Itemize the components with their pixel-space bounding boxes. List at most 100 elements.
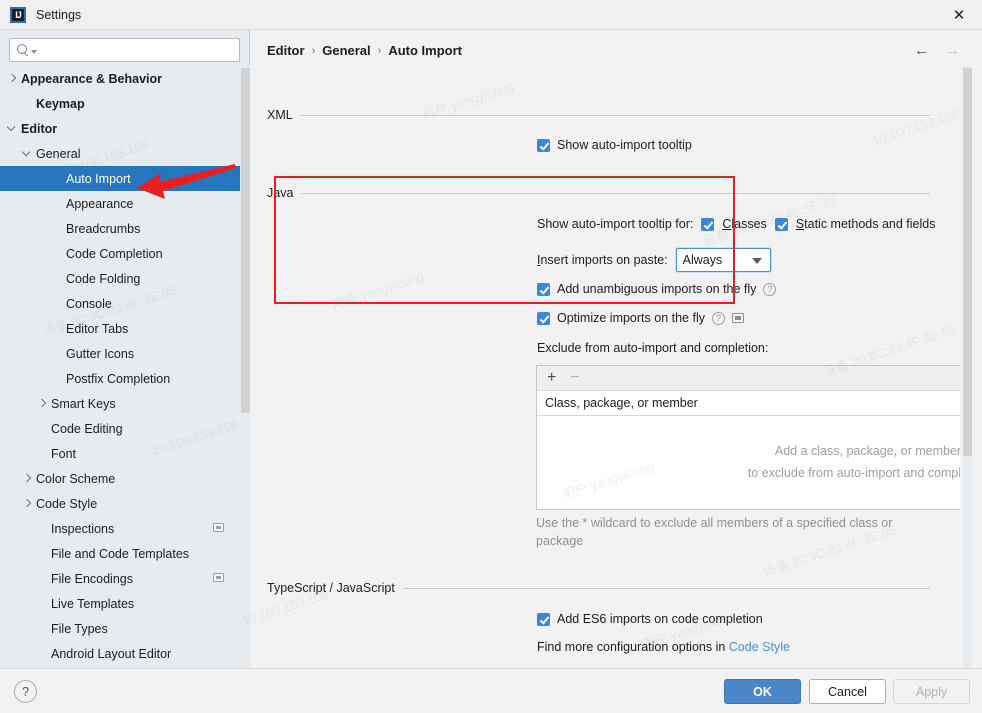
chevron-down-icon[interactable] [21,147,34,160]
help-icon[interactable]: ? [711,311,725,325]
sidebar-item-code-folding[interactable]: Code Folding [0,266,240,291]
sidebar-item-live-templates[interactable]: Live Templates [0,591,240,616]
project-scope-icon[interactable] [731,313,744,323]
sidebar-item-code-editing[interactable]: Code Editing [0,416,240,441]
sidebar-item-gutter-icons[interactable]: Gutter Icons [0,341,240,366]
label-add-unambiguous-imports: Add unambiguous imports on the fly [557,282,757,296]
search-container [0,30,249,62]
chevron-right-icon[interactable] [36,397,49,410]
row-insert-imports-on-paste: Insert imports on paste: Always [537,248,771,272]
arrow-left-icon[interactable]: ← [914,43,929,58]
add-button[interactable]: + [547,370,556,386]
sidebar-item-breadcrumbs[interactable]: Breadcrumbs [0,216,240,241]
sidebar-item-editor-tabs[interactable]: Editor Tabs [0,316,240,341]
sidebar-item-file-types[interactable]: File Types [0,616,240,641]
cancel-button[interactable]: Cancel [809,679,886,704]
checkbox-add-unambiguous-imports[interactable] [537,282,550,296]
checkbox-row-add-es6-imports[interactable]: Add ES6 imports on code completion [537,612,763,626]
label-exclude-from-auto-import: Exclude from auto-import and completion: [537,341,769,355]
sidebar-item-code-completion[interactable]: Code Completion [0,241,240,266]
settings-tree[interactable]: Appearance & Behavior Keymap Editor General… [0,66,240,668]
group-title-typescript: TypeScript / JavaScript [267,581,395,595]
checkbox-row-add-unambiguous-imports[interactable]: Add unambiguous imports on the fly ? [537,282,777,296]
annotation-arrow-icon [137,164,236,199]
checkbox-add-es6-imports[interactable] [537,612,550,626]
empty-state-line-2: to exclude from auto-import and completi… [747,465,960,480]
breadcrumb-item[interactable]: Editor [267,43,305,58]
search-box[interactable] [9,38,240,62]
sidebar-item-font[interactable]: Font [0,441,240,466]
exclude-table: + − Class, package, or member Scope Add … [536,365,960,510]
help-icon[interactable]: ? [763,282,777,296]
sidebar-scrollbar-track[interactable] [241,66,250,668]
breadcrumb: Editor › General › Auto Import [267,43,462,58]
chevron-down-icon[interactable] [751,258,762,264]
select-insert-imports-value: Always [682,253,723,267]
sidebar-item-file-encodings[interactable]: File Encodings [0,566,240,591]
label-static-methods-and-fields: Static methods and fields [795,217,936,231]
sidebar-item-editor[interactable]: Editor [0,116,240,141]
breadcrumb-item[interactable]: General [322,43,370,58]
project-scope-icon[interactable] [213,573,224,582]
navigation-arrows: ← → [914,43,960,58]
group-divider [300,114,930,116]
close-icon[interactable]: ✕ [936,0,982,30]
checkbox-row-show-auto-import-tooltip[interactable]: Show auto-import tooltip [537,138,692,152]
sidebar-item-color-scheme[interactable]: Color Scheme [0,466,240,491]
sidebar-item-label: Gutter Icons [66,346,135,361]
sidebar-item-keymap[interactable]: Keymap [0,91,240,116]
checkbox-show-auto-import-tooltip[interactable] [537,138,550,152]
sidebar-item-label: File and Code Templates [51,546,190,561]
group-header-java: Java [250,186,950,200]
select-insert-imports-on-paste[interactable]: Always [675,248,771,272]
arrow-right-icon[interactable]: → [945,43,960,58]
remove-button[interactable]: − [570,370,579,386]
main-scrollbar-track[interactable] [963,66,972,668]
apply-button[interactable]: Apply [893,679,970,704]
chevron-right-icon[interactable] [21,497,34,510]
breadcrumb-separator: › [377,44,382,57]
chevron-down-icon[interactable] [6,122,19,135]
ok-button[interactable]: OK [724,679,801,704]
sidebar-item-android-layout-editor[interactable]: Android Layout Editor [0,641,240,666]
checkbox-static-methods-and-fields[interactable] [774,217,788,231]
sidebar-item-inspections[interactable]: Inspections [0,516,240,541]
settings-main-panel: Editor › General › Auto Import ← → XML Show … [250,30,982,668]
sidebar-item-label: File Encodings [51,571,133,586]
search-icon [16,43,30,57]
sidebar-item-code-style[interactable]: Code Style [0,491,240,516]
sidebar-item-appearance-behavior[interactable]: Appearance & Behavior [0,66,240,91]
help-button[interactable]: ? [14,680,37,703]
sidebar-item-label: Code Folding [66,271,141,286]
sidebar-scrollbar-thumb[interactable] [241,68,250,413]
checkbox-classes[interactable] [701,217,715,231]
chevron-right-icon[interactable] [21,472,34,485]
sidebar-item-smart-keys[interactable]: Smart Keys [0,391,240,416]
intellij-idea-icon: IJ [10,6,26,23]
checkbox-optimize-imports[interactable] [537,311,550,325]
breadcrumb-item[interactable]: Auto Import [388,43,462,58]
checkbox-row-optimize-imports[interactable]: Optimize imports on the fly ? [537,311,744,325]
exclude-table-empty-state: Add a class, package, or member to exclu… [537,416,960,507]
window-title: Settings [36,7,82,22]
label-show-auto-import-tooltip-for: Show auto-import tooltip for: [537,217,694,231]
main-scrollbar-thumb[interactable] [963,68,972,456]
code-style-link[interactable]: Code Style [729,640,790,654]
sidebar-item-label: Auto Import [66,171,131,186]
sidebar-item-console[interactable]: Console [0,291,240,316]
project-scope-icon[interactable] [213,523,224,532]
chevron-right-icon[interactable] [6,72,19,85]
search-input[interactable] [41,42,233,58]
sidebar-item-postfix-completion[interactable]: Postfix Completion [0,366,240,391]
sidebar-item-label: Keymap [36,96,85,111]
sidebar-item-label: Editor Tabs [66,321,129,336]
column-header-class-package-member[interactable]: Class, package, or member [537,391,960,415]
chevron-down-icon[interactable] [31,50,37,54]
sidebar-item-label: Font [51,446,77,461]
sidebar-item-file-and-code-templates[interactable]: File and Code Templates [0,541,240,566]
